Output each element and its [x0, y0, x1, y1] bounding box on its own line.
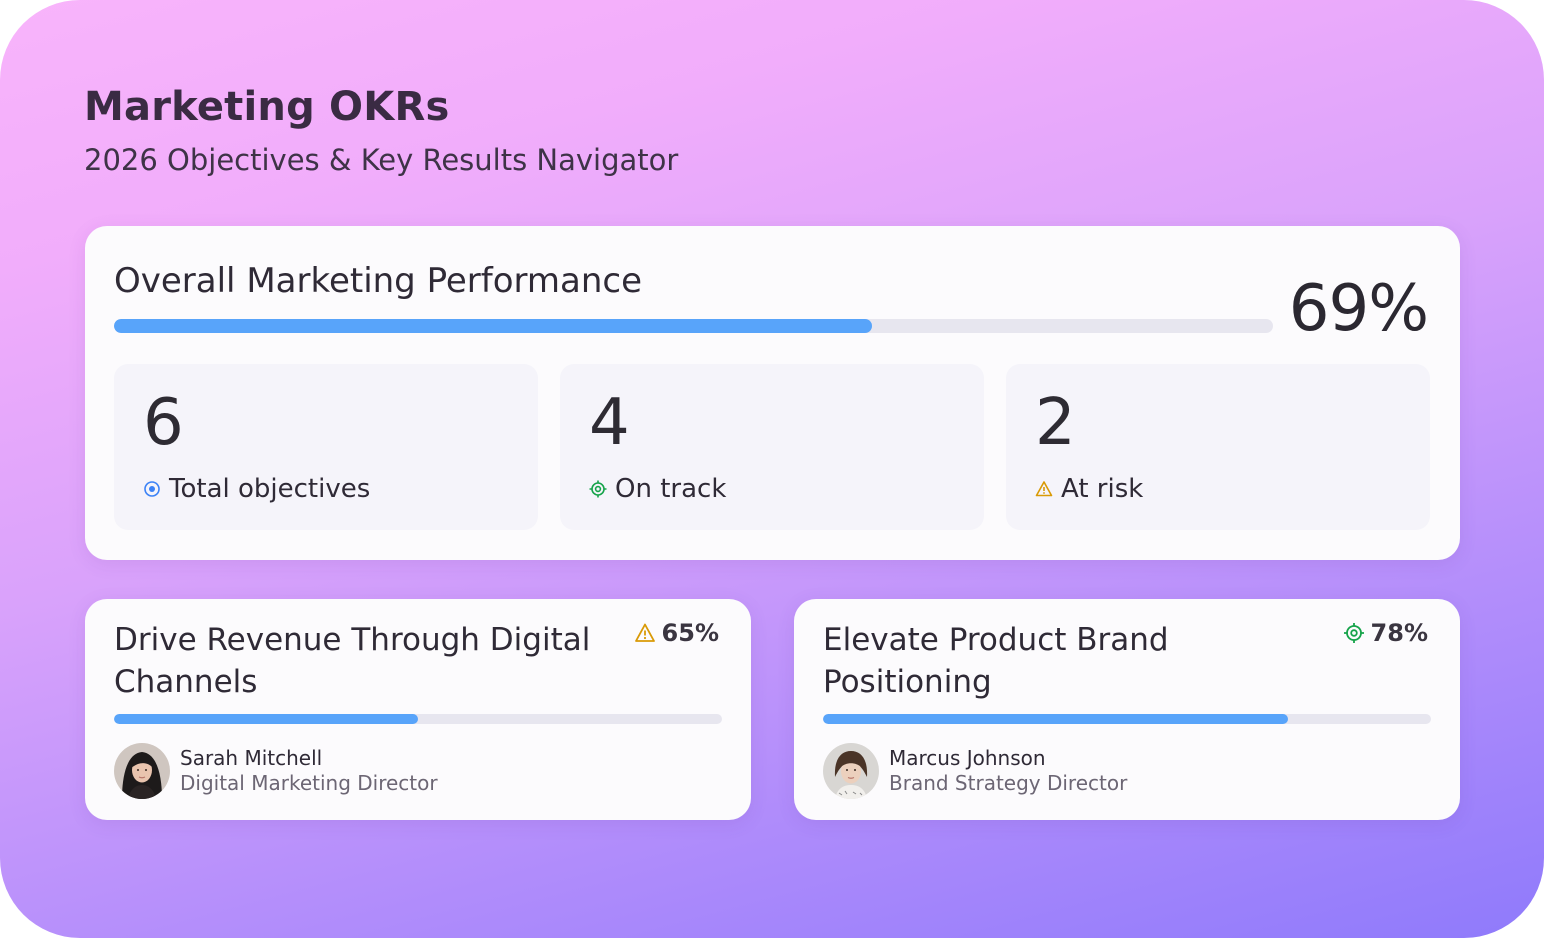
stat-value: 4: [589, 386, 630, 460]
objective-title: Elevate Product Brand Positioning: [823, 622, 1169, 700]
page-title: Marketing OKRs: [84, 84, 450, 130]
avatar: [114, 743, 170, 799]
stat-label: Total objectives: [169, 474, 371, 504]
owner-role: Brand Strategy Director: [889, 771, 1128, 795]
owner-info: Sarah Mitchell Digital Marketing Directo…: [180, 746, 438, 796]
stat-value: 6: [143, 386, 184, 460]
overall-performance-title: Overall Marketing Performance: [114, 261, 643, 301]
stat-card-at-risk: 2 At risk: [1006, 364, 1430, 530]
overall-progress-bar: [114, 319, 1273, 333]
target-icon: [1343, 622, 1365, 644]
target-icon: [589, 480, 607, 498]
objective-status-badge: 65%: [634, 619, 719, 647]
objective-title: Drive Revenue Through Digital Channels: [114, 622, 591, 700]
stat-label: At risk: [1061, 474, 1144, 504]
owner-role: Digital Marketing Director: [180, 771, 438, 795]
overall-performance-percent: 69%: [1288, 272, 1429, 346]
overall-performance-card: Overall Marketing Performance 69% 6 Tota…: [85, 226, 1460, 560]
owner-info: Marcus Johnson Brand Strategy Director: [889, 746, 1127, 796]
objective-percent: 78%: [1370, 619, 1428, 647]
objective-card[interactable]: Drive Revenue Through Digital Channels 6…: [85, 599, 751, 820]
avatar: [823, 743, 879, 799]
objective-owner: Marcus Johnson Brand Strategy Director: [823, 743, 1127, 799]
circle-dot-icon: [143, 480, 161, 498]
stat-card-on-track: 4 On track: [560, 364, 984, 530]
objective-card[interactable]: Elevate Product Brand Positioning 78% Ma…: [794, 599, 1460, 820]
objective-owner: Sarah Mitchell Digital Marketing Directo…: [114, 743, 438, 799]
overall-progress-fill: [114, 319, 872, 333]
warning-icon: [634, 622, 656, 644]
page-subtitle: 2026 Objectives & Key Results Navigator: [84, 143, 679, 177]
dashboard-background: Marketing OKRs 2026 Objectives & Key Res…: [0, 0, 1544, 938]
objective-progress-fill: [823, 714, 1289, 724]
stat-value: 2: [1035, 386, 1076, 460]
warning-icon: [1035, 480, 1053, 498]
objective-percent: 65%: [661, 619, 719, 647]
objective-progress-fill: [114, 714, 418, 724]
objective-progress-bar: [823, 714, 1431, 724]
owner-name: Sarah Mitchell: [180, 746, 323, 770]
stat-card-total-objectives: 6 Total objectives: [114, 364, 538, 530]
objective-progress-bar: [114, 714, 722, 724]
stat-label: On track: [615, 474, 727, 504]
stat-label-row: Total objectives: [143, 474, 370, 504]
stat-label-row: At risk: [1035, 474, 1143, 504]
stat-label-row: On track: [589, 474, 726, 504]
objective-status-badge: 78%: [1343, 619, 1428, 647]
owner-name: Marcus Johnson: [889, 746, 1046, 770]
